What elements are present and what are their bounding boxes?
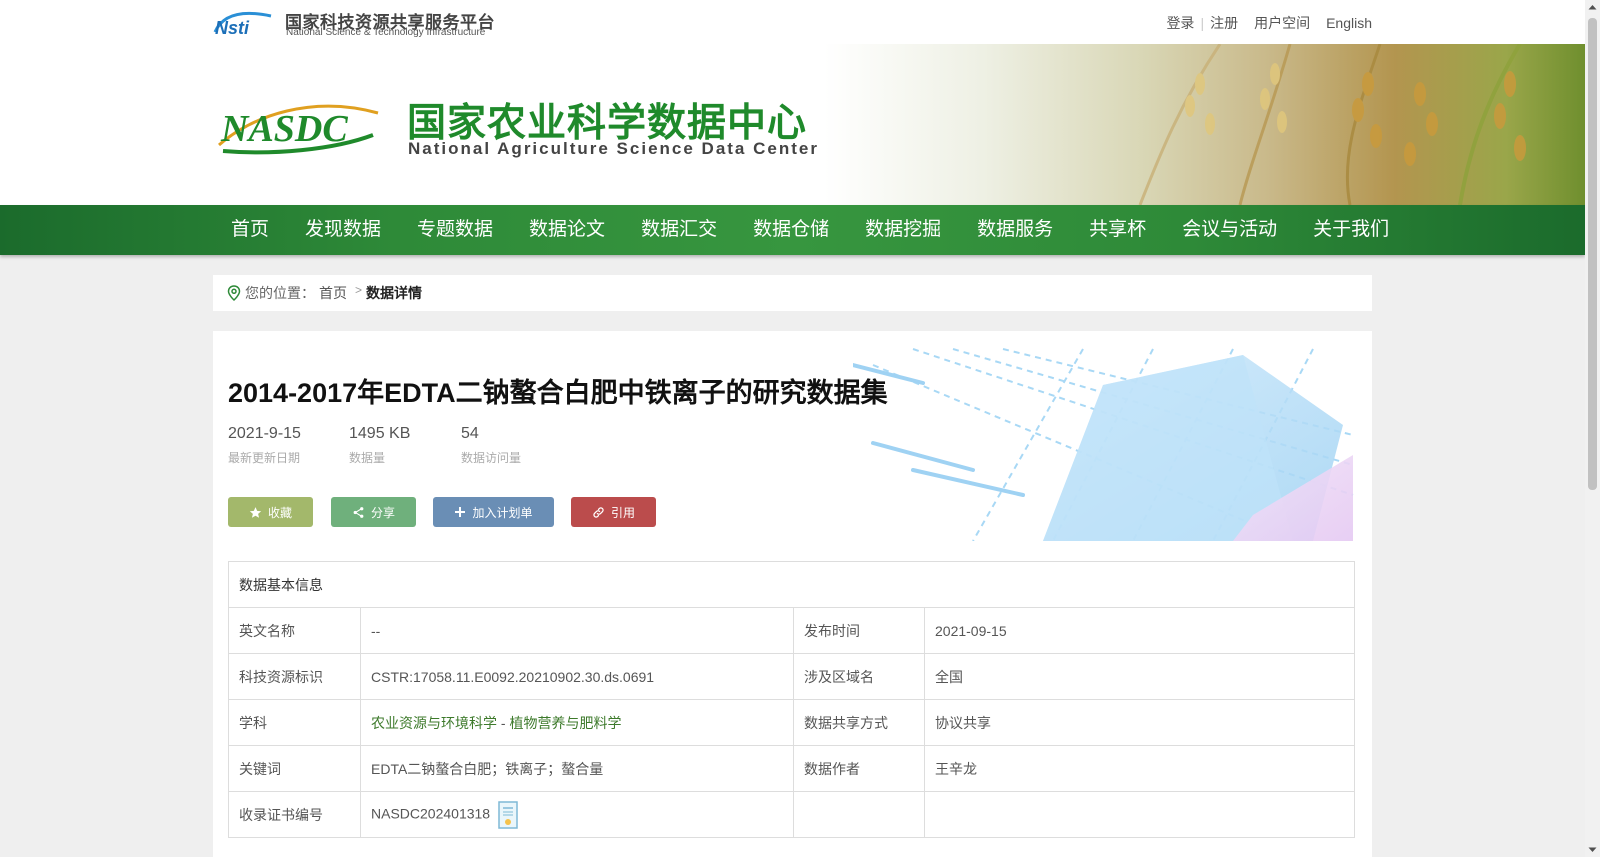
scroll-up-arrow-icon[interactable] — [1585, 0, 1600, 15]
field-label: 科技资源标识 — [228, 653, 361, 700]
share-button[interactable]: 分享 — [331, 497, 416, 527]
register-link[interactable]: 注册 — [1210, 13, 1238, 33]
field-label: 发布时间 — [793, 607, 925, 654]
user-space-link[interactable]: 用户空间 — [1254, 13, 1310, 33]
add-to-plan-button-label: 加入计划单 — [472, 505, 533, 520]
plus-icon — [455, 507, 466, 517]
nav-item-papers[interactable]: 数据论文 — [511, 205, 623, 255]
cite-button-label: 引用 — [610, 505, 635, 520]
favorite-button-label: 收藏 — [267, 505, 292, 520]
top-links: 登录 | 注册 用户空间 English — [1166, 13, 1372, 33]
field-value: 农业资源与环境科学 - 植物营养与肥料学 — [360, 699, 794, 746]
field-label: 收录证书编号 — [228, 791, 361, 838]
nav-item-events[interactable]: 会议与活动 — [1164, 205, 1295, 255]
stat-value: 1495 KB — [349, 425, 411, 442]
subject-link-secondary[interactable]: 植物营养与肥料学 — [509, 715, 621, 731]
nav-item-discover[interactable]: 发现数据 — [287, 205, 399, 255]
certificate-icon[interactable] — [498, 800, 518, 829]
stat-label: 最新更新日期 — [228, 451, 301, 465]
certificate-number: NASDC202401318 — [371, 805, 491, 822]
dataset-title: 2014-2017年EDTA二钠螯合白肥中铁离子的研究数据集 — [228, 378, 888, 408]
table-header: 数据基本信息 — [228, 561, 1355, 608]
add-to-plan-button[interactable]: 加入计划单 — [433, 497, 554, 527]
svg-text:NASDC: NASDC — [220, 108, 348, 150]
nav-item-cup[interactable]: 共享杯 — [1071, 205, 1164, 255]
nav-item-mining[interactable]: 数据挖掘 — [847, 205, 959, 255]
login-link[interactable]: 登录 — [1166, 13, 1194, 33]
field-value: 2021-09-15 — [924, 607, 1355, 654]
nav-item-submit[interactable]: 数据汇交 — [623, 205, 735, 255]
stat-value: 2021-9-15 — [228, 425, 301, 442]
table-row: 学科 农业资源与环境科学 - 植物营养与肥料学 数据共享方式 协议共享 — [228, 699, 1355, 746]
stat-size: 1495 KB 数据量 — [349, 425, 410, 466]
share-button-label: 分享 — [370, 505, 395, 520]
nsti-logo[interactable]: Nsti 国家科技资源共享服务平台 National Science & Tec… — [213, 8, 503, 38]
field-label: 涉及区域名 — [793, 653, 925, 700]
breadcrumb-label: 您的位置： — [245, 285, 315, 301]
favorite-button[interactable]: 收藏 — [228, 497, 313, 527]
field-label — [793, 791, 925, 838]
field-value — [924, 791, 1355, 838]
rice-ear-image — [1138, 44, 1526, 205]
english-link[interactable]: English — [1326, 15, 1372, 31]
location-pin-icon — [227, 285, 241, 301]
svg-text:Nsti: Nsti — [215, 18, 250, 36]
share-icon — [353, 506, 364, 518]
field-value: NASDC202401318 — [360, 791, 794, 838]
link-icon — [593, 506, 604, 518]
field-value: 协议共享 — [924, 699, 1355, 746]
field-value: 全国 — [924, 653, 1355, 700]
nav-item-topics[interactable]: 专题数据 — [399, 205, 511, 255]
stat-label: 数据量 — [349, 451, 386, 465]
decorative-cube-graphic — [853, 348, 1354, 541]
field-value: -- — [360, 607, 794, 654]
field-label: 数据共享方式 — [793, 699, 925, 746]
star-icon — [249, 506, 262, 518]
page: Nsti 国家科技资源共享服务平台 National Science & Tec… — [0, 0, 1585, 857]
field-label: 英文名称 — [228, 607, 361, 654]
table-row: 科技资源标识 CSTR:17058.11.E0092.20210902.30.d… — [228, 653, 1355, 700]
nav-item-repository[interactable]: 数据仓储 — [735, 205, 847, 255]
nav-item-about[interactable]: 关于我们 — [1295, 205, 1407, 255]
dataset-card: 2014-2017年EDTA二钠螯合白肥中铁离子的研究数据集 2021-9-15… — [213, 331, 1372, 857]
vertical-scrollbar[interactable] — [1585, 0, 1600, 857]
stat-visits: 54 数据访问量 — [461, 425, 521, 466]
stat-value: 54 — [461, 425, 479, 442]
nav-item-services[interactable]: 数据服务 — [959, 205, 1071, 255]
scroll-down-arrow-icon[interactable] — [1585, 842, 1600, 857]
nasdc-logo[interactable]: NASDC — [213, 95, 385, 161]
scrollbar-thumb[interactable] — [1588, 18, 1597, 490]
chevron-right-icon: > — [355, 283, 363, 297]
platform-name-en: National Science & Technology Infrastruc… — [286, 27, 486, 38]
breadcrumb-current: 数据详情 — [366, 285, 423, 301]
stat-updated: 2021-9-15 最新更新日期 — [228, 425, 301, 466]
breadcrumb: 您的位置： 首页 > 数据详情 — [213, 275, 1372, 311]
main-nav: 首页 发现数据 专题数据 数据论文 数据汇交 数据仓储 数据挖掘 数据服务 共享… — [0, 205, 1585, 255]
table-row: 英文名称 -- 发布时间 2021-09-15 — [228, 607, 1355, 654]
field-label: 关键词 — [228, 745, 361, 792]
subject-link-primary[interactable]: 农业资源与环境科学 — [371, 715, 497, 731]
top-bar: Nsti 国家科技资源共享服务平台 National Science & Tec… — [0, 0, 1585, 44]
subject-separator: - — [497, 714, 510, 731]
nsti-logo-icon: Nsti — [213, 11, 272, 36]
center-name-en: National Agriculture Science Data Center — [408, 139, 819, 158]
cite-button[interactable]: 引用 — [571, 497, 656, 527]
field-value: EDTA二钠螯合白肥；铁离子；螯合量 — [360, 745, 794, 792]
table-row: 收录证书编号 NASDC202401318 — [228, 791, 1355, 838]
field-value: CSTR:17058.11.E0092.20210902.30.ds.0691 — [360, 653, 794, 700]
table-header-row: 数据基本信息 — [228, 561, 1355, 608]
field-value: 王辛龙 — [924, 745, 1355, 792]
nav-item-home[interactable]: 首页 — [213, 205, 287, 255]
breadcrumb-home-link[interactable]: 首页 — [319, 283, 347, 303]
divider: | — [1200, 15, 1205, 31]
field-label: 数据作者 — [793, 745, 925, 792]
table-row: 关键词 EDTA二钠螯合白肥；铁离子；螯合量 数据作者 王辛龙 — [228, 745, 1355, 792]
basic-info-table: 数据基本信息 英文名称 -- 发布时间 2021-09-15 科技资源标识 CS… — [228, 561, 1355, 838]
field-label: 学科 — [228, 699, 361, 746]
stat-label: 数据访问量 — [461, 451, 522, 465]
